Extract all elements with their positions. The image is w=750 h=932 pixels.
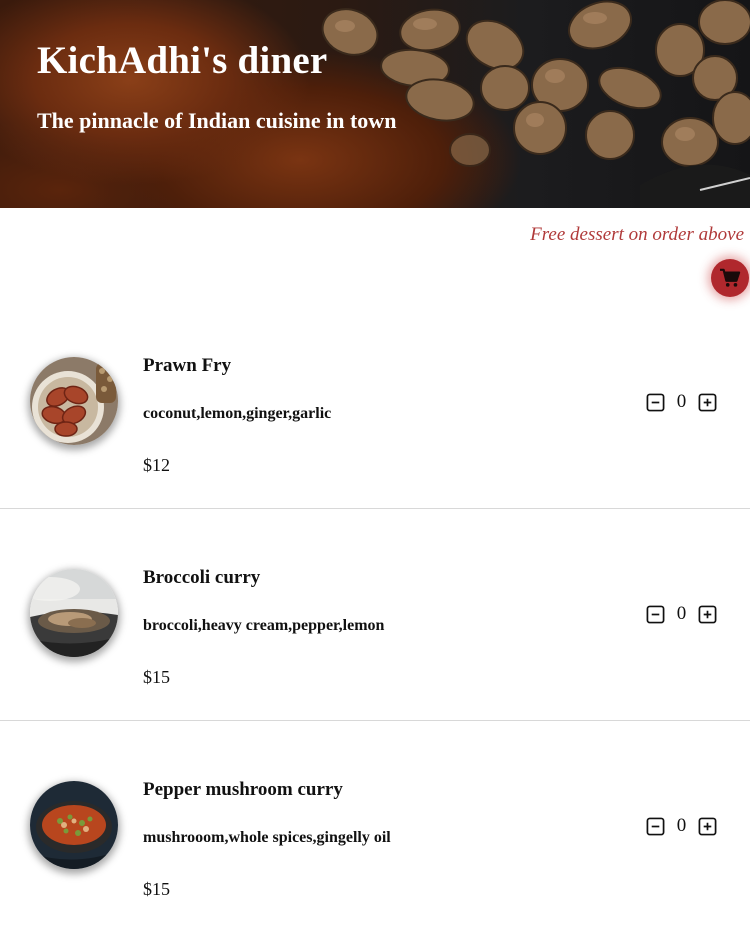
spices-background-image	[321, 0, 750, 208]
quantity-count: 0	[676, 815, 687, 836]
cart-button[interactable]	[711, 259, 749, 297]
item-price: $15	[143, 667, 170, 687]
minus-square-icon[interactable]	[646, 817, 665, 836]
quantity-stepper: 0	[646, 603, 717, 625]
menu-item: Prawn Fry coconut,lemon,ginger,garlic $1…	[0, 297, 750, 509]
quantity-count: 0	[676, 603, 687, 624]
menu-item: Pepper mushroom curry mushrooom,whole sp…	[0, 721, 750, 932]
item-name: Prawn Fry	[143, 355, 232, 376]
page-subtitle: The pinnacle of Indian cuisine in town	[37, 108, 397, 133]
item-name: Broccoli curry	[143, 567, 261, 588]
plus-square-icon[interactable]	[698, 393, 717, 412]
item-price: $15	[143, 879, 170, 899]
hero-banner: KichAdhi's diner The pinnacle of Indian …	[0, 0, 750, 208]
minus-square-icon[interactable]	[646, 605, 665, 624]
pepper-mushroom-curry-photo	[30, 781, 118, 869]
item-ingredients: mushrooom,whole spices,gingelly oil	[143, 829, 391, 846]
minus-square-icon[interactable]	[646, 393, 665, 412]
broccoli-curry-photo	[30, 569, 118, 657]
item-name: Pepper mushroom curry	[143, 779, 343, 800]
cart-icon	[720, 268, 741, 287]
prawn-fry-photo	[30, 357, 118, 445]
item-price: $12	[143, 455, 170, 475]
item-ingredients: broccoli,heavy cream,pepper,lemon	[143, 617, 385, 634]
menu-item: Broccoli curry broccoli,heavy cream,pepp…	[0, 509, 750, 721]
item-ingredients: coconut,lemon,ginger,garlic	[143, 405, 332, 422]
promo-text: Free dessert on order above	[530, 224, 744, 245]
quantity-stepper: 0	[646, 391, 717, 413]
plus-square-icon[interactable]	[698, 605, 717, 624]
plus-square-icon[interactable]	[698, 817, 717, 836]
quantity-count: 0	[676, 391, 687, 412]
menu-list: Prawn Fry coconut,lemon,ginger,garlic $1…	[0, 297, 750, 932]
quantity-stepper: 0	[646, 815, 717, 837]
page-title: KichAdhi's diner	[37, 39, 328, 82]
